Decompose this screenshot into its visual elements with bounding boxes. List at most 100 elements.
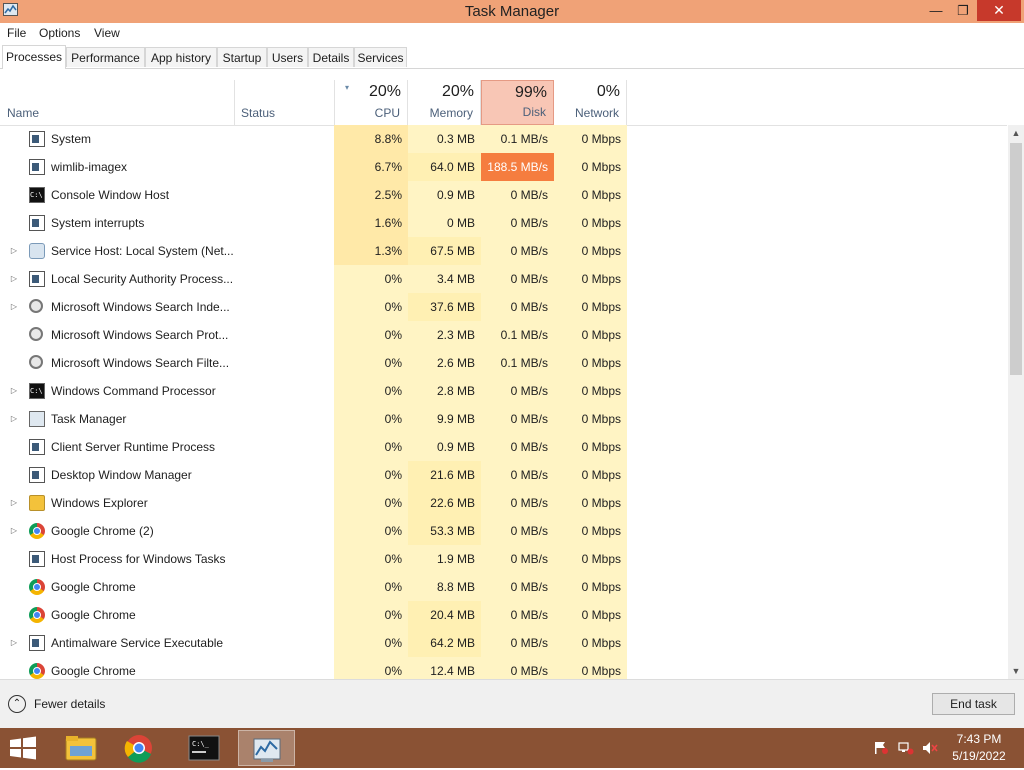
process-row[interactable]: Google Chrome 0% 12.4 MB 0 MB/s 0 Mbps <box>0 657 1007 679</box>
clock-time[interactable]: 7:43 PM <box>951 732 1007 746</box>
column-network-header[interactable]: 0% Network <box>554 80 627 125</box>
tab-performance[interactable]: Performance <box>66 47 145 67</box>
taskbar-command-prompt-icon[interactable]: C:\_ <box>176 730 233 766</box>
process-row[interactable]: ▷ C:\ Windows Command Processor 0% 2.8 MB 0 M… <box>0 377 1007 405</box>
memory-value: 53.3 MB <box>408 517 481 545</box>
process-row[interactable]: Client Server Runtime Process 0% 0.9 MB 0 M… <box>0 433 1007 461</box>
expand-arrow-icon[interactable]: ▷ <box>8 377 20 405</box>
disk-value: 0 MB/s <box>481 405 554 433</box>
network-value: 0 Mbps <box>554 517 627 545</box>
column-memory-header[interactable]: 20% Memory <box>408 80 481 125</box>
column-cpu-header[interactable]: ▾ 20% CPU <box>335 80 408 125</box>
process-row[interactable]: Microsoft Windows Search Prot... 0% 2.3 MB… <box>0 321 1007 349</box>
process-row[interactable]: ▷ Task Manager 0% 9.9 MB 0 MB/s 0 Mbps <box>0 405 1007 433</box>
tab-details[interactable]: Details <box>308 47 354 67</box>
title-bar[interactable]: Task Manager — ❐ ✕ <box>0 0 1024 23</box>
scroll-thumb[interactable] <box>1010 143 1022 375</box>
clock-date[interactable]: 5/19/2022 <box>951 749 1007 763</box>
expand-arrow-icon <box>8 349 20 377</box>
taskbar-file-explorer-icon[interactable] <box>52 730 109 766</box>
volume-muted-icon[interactable] <box>922 741 938 755</box>
memory-label: Memory <box>429 106 473 120</box>
tab-app-history[interactable]: App history <box>145 47 217 67</box>
scroll-down-icon[interactable]: ▼ <box>1008 663 1024 680</box>
network-value: 0 Mbps <box>554 461 627 489</box>
expand-arrow-icon[interactable]: ▷ <box>8 517 20 545</box>
tab-users[interactable]: Users <box>267 47 308 67</box>
process-row[interactable]: System 8.8% 0.3 MB 0.1 MB/s 0 Mbps <box>0 125 1007 153</box>
end-task-button[interactable]: End task <box>932 693 1015 715</box>
disk-value: 0 MB/s <box>481 433 554 461</box>
fewer-details-link[interactable]: Fewer details <box>34 697 105 711</box>
console-icon: C:\ <box>29 383 45 399</box>
cpu-value: 0% <box>334 293 408 321</box>
scroll-up-icon[interactable]: ▲ <box>1008 125 1024 142</box>
process-row[interactable]: Host Process for Windows Tasks 0% 1.9 MB 0 … <box>0 545 1007 573</box>
cpu-value: 0% <box>334 377 408 405</box>
chrome-icon <box>29 607 45 623</box>
memory-value: 0.9 MB <box>408 181 481 209</box>
process-name: Task Manager <box>51 412 127 426</box>
cpu-value: 0% <box>334 349 408 377</box>
network-label: Network <box>574 106 619 120</box>
cpu-value: 0% <box>334 489 408 517</box>
cpu-value: 0% <box>334 657 408 679</box>
expand-arrow-icon <box>8 321 20 349</box>
disk-value: 0 MB/s <box>481 237 554 265</box>
column-status-header[interactable]: Status <box>235 80 335 125</box>
process-row[interactable]: Desktop Window Manager 0% 21.6 MB 0 MB/s 0 M… <box>0 461 1007 489</box>
tab-startup[interactable]: Startup <box>217 47 267 67</box>
cpu-value: 6.7% <box>334 153 408 181</box>
process-row[interactable]: wimlib-imagex 6.7% 64.0 MB 188.5 MB/s 0 Mbps <box>0 153 1007 181</box>
process-row[interactable]: Google Chrome 0% 8.8 MB 0 MB/s 0 Mbps <box>0 573 1007 601</box>
process-row[interactable]: Microsoft Windows Search Filte... 0% 2.6 M… <box>0 349 1007 377</box>
cpu-value: 0% <box>334 601 408 629</box>
expand-arrow-icon[interactable]: ▷ <box>8 237 20 265</box>
column-name-header[interactable]: Name <box>0 80 235 125</box>
tab-services[interactable]: Services <box>354 47 407 67</box>
chevron-up-icon[interactable]: ⌃ <box>8 695 26 713</box>
taskbar-chrome-icon[interactable] <box>110 730 167 766</box>
cpu-label: CPU <box>374 106 400 120</box>
menu-options[interactable]: Options <box>39 26 80 40</box>
taskbar-task-manager-icon[interactable] <box>238 730 295 766</box>
process-row[interactable]: Google Chrome 0% 20.4 MB 0 MB/s 0 Mbps <box>0 601 1007 629</box>
cpu-total-percent: 20% <box>368 83 401 100</box>
process-row[interactable]: ▷ Service Host: Local System (Net... 1.3% 6… <box>0 237 1007 265</box>
memory-value: 12.4 MB <box>408 657 481 679</box>
minimize-button[interactable]: — <box>922 0 950 21</box>
process-row[interactable]: ▷ Antimalware Service Executable 0% 64.2 MB… <box>0 629 1007 657</box>
disk-value: 0 MB/s <box>481 461 554 489</box>
taskbar: C:\_ 7:43 PM 5/19/2022 <box>0 728 1024 768</box>
expand-arrow-icon[interactable]: ▷ <box>8 405 20 433</box>
expand-arrow-icon[interactable]: ▷ <box>8 293 20 321</box>
process-name: Google Chrome (2) <box>51 524 154 538</box>
user-icon <box>29 355 43 369</box>
process-row[interactable]: System interrupts 1.6% 0 MB 0 MB/s 0 Mbps <box>0 209 1007 237</box>
process-name: Windows Command Processor <box>51 384 216 398</box>
sort-arrow-icon: ▾ <box>345 83 350 92</box>
column-disk-header[interactable]: 99% Disk <box>481 80 554 125</box>
network-icon[interactable] <box>898 741 914 755</box>
process-row[interactable]: ▷ Google Chrome (2) 0% 53.3 MB 0 MB/s 0 Mbps <box>0 517 1007 545</box>
user-icon <box>29 327 43 341</box>
restore-button[interactable]: ❐ <box>950 0 976 21</box>
windows-start-icon[interactable] <box>8 736 38 760</box>
vertical-scrollbar[interactable]: ▲ ▼ <box>1008 125 1024 680</box>
window-icon <box>29 159 45 175</box>
process-row[interactable]: ▷ Microsoft Windows Search Inde... 0% 37.6 … <box>0 293 1007 321</box>
action-center-flag-icon[interactable] <box>873 741 889 755</box>
expand-arrow-icon[interactable]: ▷ <box>8 265 20 293</box>
process-row[interactable]: C:\ Console Window Host 2.5% 0.9 MB 0 MB/s 0 … <box>0 181 1007 209</box>
expand-arrow-icon[interactable]: ▷ <box>8 489 20 517</box>
process-name: Desktop Window Manager <box>51 468 192 482</box>
close-button[interactable]: ✕ <box>977 0 1021 21</box>
menu-file[interactable]: File <box>7 26 26 40</box>
process-row[interactable]: ▷ Local Security Authority Process... 0% 3.… <box>0 265 1007 293</box>
expand-arrow-icon[interactable]: ▷ <box>8 629 20 657</box>
process-row[interactable]: ▷ Windows Explorer 0% 22.6 MB 0 MB/s 0 Mbps <box>0 489 1007 517</box>
memory-value: 2.6 MB <box>408 349 481 377</box>
tab-processes[interactable]: Processes <box>2 45 66 69</box>
column-headers: Name Status ▾ 20% CPU 20% Memory 99% Dis… <box>0 80 1007 126</box>
menu-view[interactable]: View <box>94 26 120 40</box>
